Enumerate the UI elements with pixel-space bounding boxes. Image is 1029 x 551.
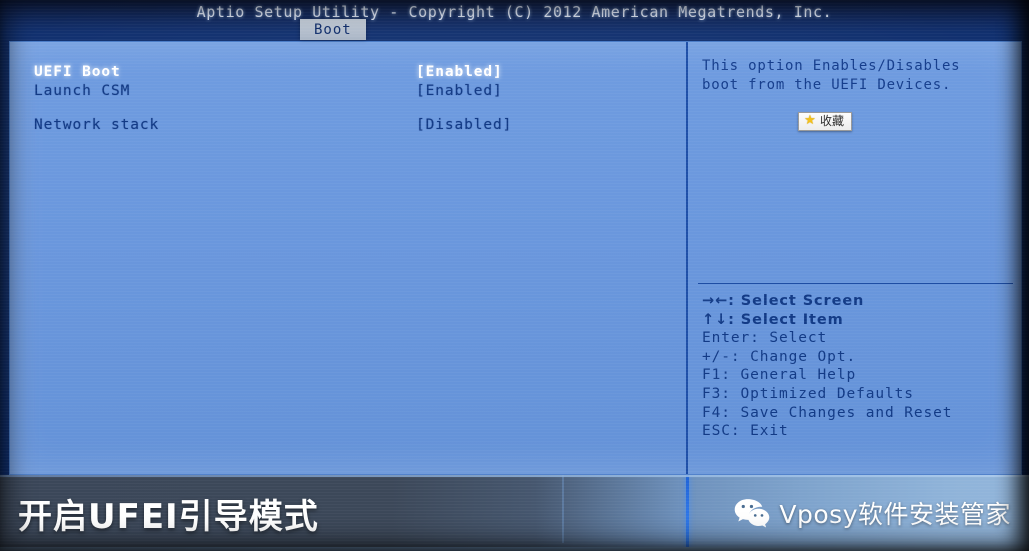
option-label-launch-csm: Launch CSM bbox=[34, 82, 131, 99]
caption-bar-bottom-edge bbox=[0, 547, 1029, 551]
legend-select-item: ↑↓: Select Item bbox=[702, 311, 844, 328]
option-value-launch-csm[interactable]: [Enabled] bbox=[416, 83, 503, 99]
caption-bar: 开启UFEI引导模式 Vposy软件安装管家 bbox=[0, 475, 1029, 551]
bios-help-pane: This option Enables/Disables boot from t… bbox=[688, 42, 1021, 474]
watermark-text: Vposy软件安装管家 bbox=[779, 500, 1011, 529]
option-value-uefi-boot[interactable]: [Enabled] bbox=[416, 64, 503, 80]
option-row-network-stack[interactable]: Network stack [Disabled] bbox=[10, 115, 686, 134]
favorite-button-label: 收藏 bbox=[820, 114, 845, 128]
caption-bar-inner-line bbox=[562, 475, 564, 543]
bios-screen: Aptio Setup Utility - Copyright (C) 2012… bbox=[0, 0, 1029, 551]
legend-general-help: F1: General Help bbox=[702, 367, 857, 384]
legend-divider bbox=[698, 283, 1013, 284]
star-icon: ★ bbox=[804, 113, 816, 128]
caption-bar-divider-bleed bbox=[686, 475, 689, 551]
option-row-launch-csm[interactable]: Launch CSM [Enabled] bbox=[10, 81, 686, 100]
bios-content-frame: UEFI Boot [Enabled] Launch CSM [Enabled]… bbox=[9, 41, 1022, 475]
legend-select-screen: →←: Select Screen bbox=[702, 293, 865, 309]
help-text: This option Enables/Disables boot from t… bbox=[702, 57, 1012, 95]
option-value-network-stack[interactable]: [Disabled] bbox=[416, 117, 512, 133]
help-text-line-1: This option Enables/Disables bbox=[702, 58, 961, 74]
watermark: Vposy软件安装管家 bbox=[734, 495, 1011, 531]
option-label-network-stack: Network stack bbox=[34, 116, 160, 133]
legend-change-opt: +/-: Change Opt. bbox=[702, 348, 857, 365]
caption-text: 开启UFEI引导模式 bbox=[18, 497, 319, 537]
bios-tab-strip: Boot bbox=[0, 19, 1029, 41]
legend-esc-exit: ESC: Exit bbox=[702, 423, 789, 440]
help-text-line-2: boot from the UEFI Devices. bbox=[702, 77, 952, 93]
key-legend: →←: Select Screen ↑↓: Select Item Enter:… bbox=[702, 292, 1017, 441]
bios-options-pane: UEFI Boot [Enabled] Launch CSM [Enabled]… bbox=[10, 42, 688, 474]
legend-enter-select: Enter: Select bbox=[702, 330, 828, 347]
favorite-button[interactable]: ★ 收藏 bbox=[798, 112, 853, 131]
wechat-icon bbox=[735, 499, 770, 528]
legend-optimized-defaults: F3: Optimized Defaults bbox=[702, 385, 914, 402]
option-row-uefi-boot[interactable]: UEFI Boot [Enabled] bbox=[10, 62, 686, 81]
caption-bar-top-edge bbox=[0, 475, 1029, 477]
legend-save-and-reset: F4: Save Changes and Reset bbox=[702, 404, 953, 421]
option-label-uefi-boot: UEFI Boot bbox=[34, 63, 121, 80]
tab-boot-label: Boot bbox=[314, 22, 352, 38]
tab-boot[interactable]: Boot bbox=[300, 19, 366, 40]
